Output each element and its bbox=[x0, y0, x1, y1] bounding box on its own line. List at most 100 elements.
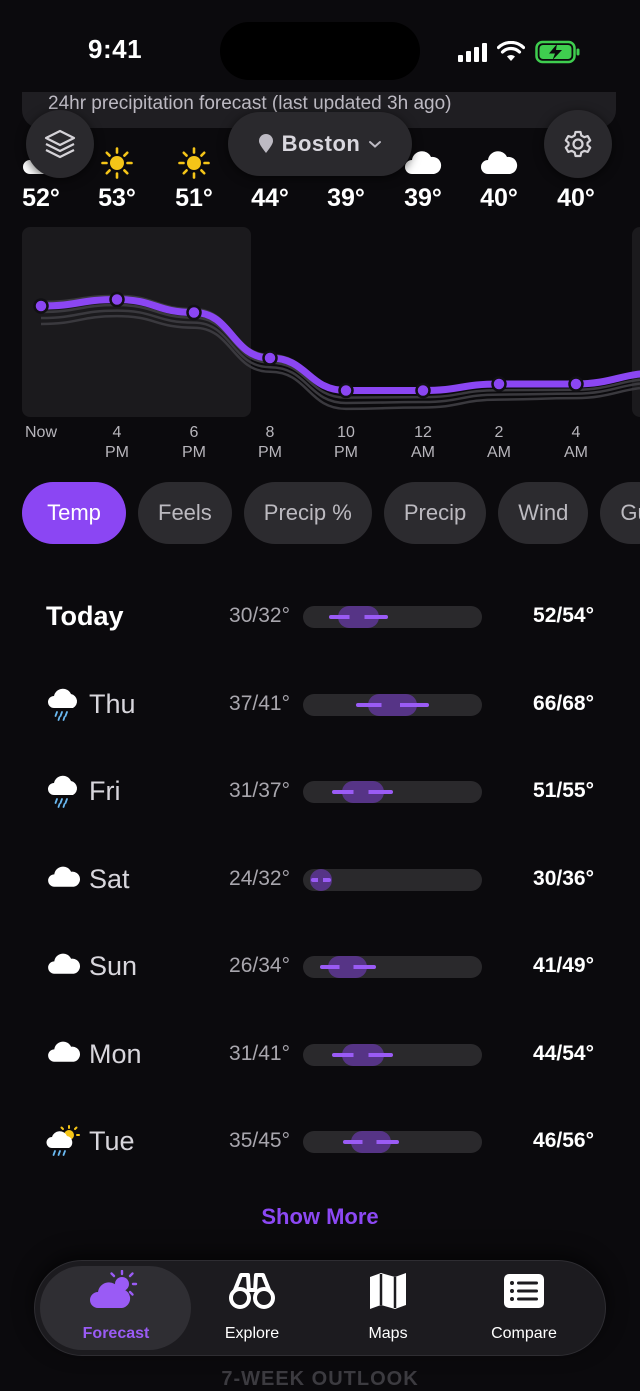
ensemble-line bbox=[40, 294, 640, 392]
temp-range-line bbox=[319, 965, 376, 969]
day-name: Thu bbox=[89, 689, 136, 719]
hourly-temp: 53° bbox=[98, 184, 136, 212]
temp-point[interactable] bbox=[568, 376, 584, 392]
hourly-temp-chart[interactable] bbox=[0, 220, 640, 420]
day-low-temp: 37/41° bbox=[229, 692, 290, 715]
status-icons bbox=[458, 38, 581, 66]
binoculars-icon bbox=[227, 1270, 277, 1317]
nav-label: Forecast bbox=[82, 1325, 150, 1342]
temp-series-line bbox=[37, 295, 640, 394]
precip-banner-text: 24hr precipitation forecast (last update… bbox=[48, 93, 452, 114]
hour-label: 12 AM bbox=[411, 424, 435, 461]
chevron-down-icon bbox=[369, 141, 382, 148]
tab-gu[interactable]: Gu bbox=[600, 482, 640, 544]
daily-row[interactable]: Sun 26/34° 41/49° bbox=[0, 937, 640, 997]
tab-temp[interactable]: Temp bbox=[22, 482, 126, 544]
temp-point[interactable] bbox=[338, 382, 354, 399]
nav-label: Maps bbox=[368, 1325, 408, 1342]
signal-icon bbox=[458, 42, 487, 62]
cloud-icon bbox=[46, 1037, 82, 1073]
temp-range-bar bbox=[303, 956, 482, 978]
day-name: Sat bbox=[89, 864, 130, 894]
temp-point[interactable] bbox=[186, 304, 202, 321]
temp-range-line bbox=[332, 790, 394, 794]
hour-label: 4 AM bbox=[564, 424, 588, 461]
hour-label: 4 PM bbox=[105, 424, 129, 461]
day-low-temp: 24/32° bbox=[229, 867, 290, 890]
show-more-button[interactable]: Show More bbox=[0, 1204, 640, 1230]
hourly-temp: 40° bbox=[480, 184, 518, 212]
dynamic-island bbox=[220, 22, 420, 80]
wifi-icon bbox=[497, 41, 525, 61]
map-icon bbox=[367, 1270, 409, 1317]
hourly-temp: 52° bbox=[22, 184, 60, 212]
hourly-temp: 39° bbox=[404, 184, 442, 212]
metric-tabs: TempFeelsPrecip %PrecipWindGu bbox=[22, 482, 640, 544]
cloud-icon bbox=[46, 862, 82, 898]
temp-range-bar bbox=[303, 1131, 482, 1153]
hourly-temp: 40° bbox=[557, 184, 595, 212]
day-name: Tue bbox=[89, 1126, 135, 1156]
hourly-temp: 51° bbox=[175, 184, 213, 212]
tab-precip[interactable]: Precip bbox=[383, 482, 487, 544]
layers-button[interactable] bbox=[26, 110, 94, 178]
temp-range-line bbox=[332, 1053, 394, 1057]
settings-button[interactable] bbox=[544, 110, 612, 178]
temp-point[interactable] bbox=[491, 376, 507, 392]
hour-label: 8 PM bbox=[258, 424, 282, 461]
daily-row[interactable]: Tue 35/45° 46/56° bbox=[0, 1112, 640, 1172]
tab-precip[interactable]: Precip % bbox=[243, 482, 372, 544]
compare-icon bbox=[501, 1270, 547, 1317]
cloud-icon bbox=[46, 949, 82, 985]
nav-maps[interactable]: Maps bbox=[323, 1270, 453, 1346]
daily-row[interactable]: Today 30/32° 52/54° bbox=[0, 587, 640, 647]
hour-label: 6 PM bbox=[182, 424, 206, 461]
hour-label: Now bbox=[24, 424, 57, 441]
temp-point[interactable] bbox=[109, 291, 125, 308]
daily-row[interactable]: Mon 31/41° 44/54° bbox=[0, 1025, 640, 1085]
daily-row[interactable]: Fri 31/37° 51/55° bbox=[0, 762, 640, 822]
temp-range-bar bbox=[303, 1044, 482, 1066]
day-low-temp: 31/41° bbox=[229, 1042, 290, 1065]
day-high-temp: 44/54° bbox=[533, 1042, 594, 1065]
tab-wind[interactable]: Wind bbox=[498, 482, 589, 544]
day-high-temp: 52/54° bbox=[533, 604, 594, 627]
temp-range-line bbox=[343, 1140, 399, 1144]
day-low-temp: 35/45° bbox=[229, 1129, 290, 1152]
nav-compare[interactable]: Compare bbox=[459, 1270, 589, 1346]
hourly-temp: 39° bbox=[327, 184, 365, 212]
outlook-title: 7-WEEK OUTLOOK bbox=[221, 1368, 419, 1390]
status-time: 9:41 bbox=[88, 34, 143, 64]
ensemble-line bbox=[40, 300, 640, 392]
battery-charging-icon bbox=[535, 40, 580, 64]
temp-point[interactable] bbox=[262, 350, 278, 366]
tab-feels[interactable]: Feels bbox=[138, 482, 232, 544]
day-high-temp: 66/68° bbox=[533, 692, 594, 715]
day-high-temp: 41/49° bbox=[533, 954, 594, 977]
temp-range-bar bbox=[303, 869, 482, 891]
forecast-icon bbox=[88, 1269, 144, 1317]
temp-range-line bbox=[328, 615, 389, 619]
temp-point[interactable] bbox=[33, 298, 49, 314]
rain-cloud-icon bbox=[46, 687, 82, 723]
location-name: Boston bbox=[281, 131, 361, 156]
day-high-temp: 51/55° bbox=[533, 779, 594, 802]
nav-forecast[interactable]: Forecast bbox=[51, 1269, 181, 1346]
daily-row[interactable]: Sat 24/32° 30/36° bbox=[0, 850, 640, 910]
day-name: Today bbox=[46, 601, 124, 631]
gear-icon bbox=[564, 130, 592, 158]
nav-explore[interactable]: Explore bbox=[187, 1270, 317, 1346]
sun-rain-cloud-icon bbox=[46, 1124, 82, 1160]
day-low-temp: 30/32° bbox=[229, 604, 290, 627]
day-name: Sun bbox=[89, 951, 138, 981]
location-selector[interactable]: Boston bbox=[228, 112, 412, 176]
temp-range-line bbox=[355, 703, 430, 707]
hourly-temp: 44° bbox=[251, 184, 289, 212]
temp-point[interactable] bbox=[415, 382, 431, 399]
temp-range-bar bbox=[303, 781, 482, 803]
cloud-icon bbox=[479, 146, 519, 180]
temp-range-bar bbox=[303, 694, 482, 716]
location-pin-icon bbox=[258, 134, 273, 153]
daily-row[interactable]: Thu 37/41° 66/68° bbox=[0, 675, 640, 735]
temp-range-line bbox=[311, 878, 331, 882]
